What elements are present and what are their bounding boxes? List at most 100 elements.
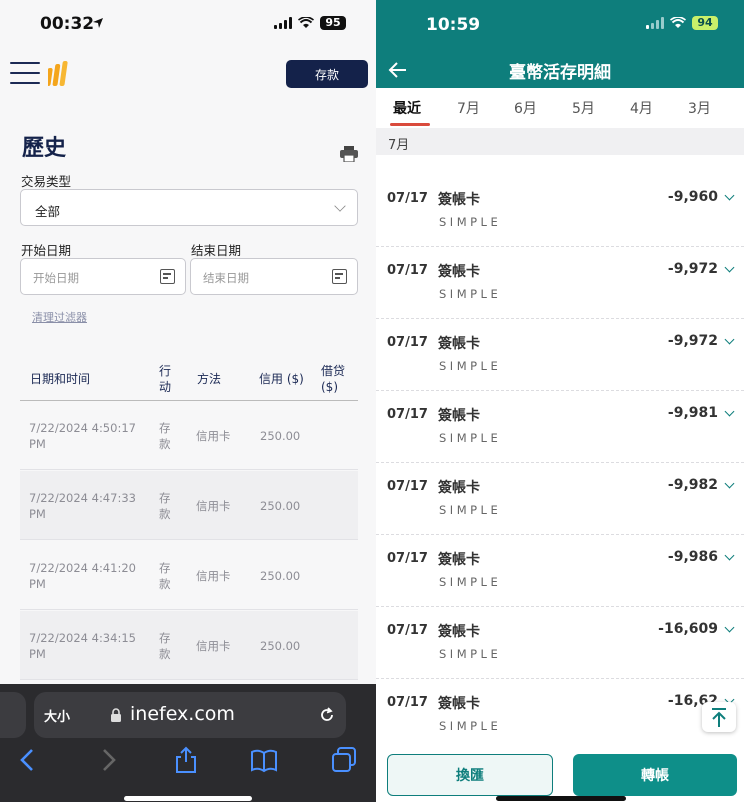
transaction-row[interactable]: 07/17 簽帳卡 SIMPLE -16,62 [376,679,744,751]
column-header-datetime: 日期和时间 [30,372,91,386]
row-method: 信用卡 [196,569,231,583]
action-bar: 換匯 轉帳 [376,742,744,802]
transaction-row[interactable]: 07/17 簽帳卡 SIMPLE -9,986 [376,535,744,607]
signal-icon [274,17,292,29]
app-header: 10:59 94 臺幣活存明細 [376,0,744,88]
tx-amount: -9,960 [667,189,718,205]
end-date-placeholder: 结束日期 [203,271,249,285]
tab-recent[interactable]: 最近 [393,98,421,118]
tx-merchant: SIMPLE [439,647,502,661]
row-credit: 250.00 [260,429,301,443]
tab-april[interactable]: 4月 [630,98,653,118]
row-method: 信用卡 [196,639,231,653]
lock-icon [111,708,121,722]
calendar-icon[interactable] [332,269,347,284]
tab-june[interactable]: 6月 [514,98,537,118]
row-credit: 250.00 [260,569,301,583]
text-size-button[interactable]: 大小 [44,706,70,725]
bookmarks-icon[interactable] [250,746,278,774]
safari-toolbar: 大小 inefex.com [0,684,376,802]
row-datetime: 7/22/2024 4:34:15 [29,631,136,645]
deposit-button[interactable]: 存款 [286,60,368,88]
end-date-label: 结束日期 [191,243,242,258]
table-row[interactable]: 7/22/2024 4:47:33 PM 存款 信用卡 250.00 [20,471,358,540]
hamburger-menu-icon[interactable] [10,62,40,84]
table-row[interactable]: 7/22/2024 4:50:17 PM 存款 信用卡 250.00 [20,401,358,470]
tx-date: 07/17 [387,407,428,422]
wifi-icon [298,17,314,28]
transaction-row[interactable]: 07/17 簽帳卡 SIMPLE -9,960 [376,175,744,247]
column-header-method: 方法 [197,372,222,386]
row-time-suffix: PM [29,437,46,451]
column-header-action: 行动 [159,364,172,394]
tabs-icon[interactable] [330,746,358,774]
share-icon[interactable] [172,746,200,774]
exchange-button[interactable]: 換匯 [387,754,553,796]
transaction-row[interactable]: 07/17 簽帳卡 SIMPLE -9,981 [376,391,744,463]
tx-description: 簽帳卡 [438,480,480,496]
left-phone-screen: 00:32 95 存款 歷史 交易类型 全部 开始日期 结束日期 开始日期 结束… [0,0,376,802]
row-time-suffix: PM [29,647,46,661]
back-chevron-icon[interactable] [14,746,42,774]
url-text: inefex.com [130,703,235,725]
tab-march[interactable]: 3月 [688,98,711,118]
row-time-suffix: PM [29,577,46,591]
tx-merchant: SIMPLE [439,431,502,445]
signal-icon [646,17,664,29]
battery-indicator: 95 [320,16,346,30]
chevron-down-icon[interactable] [724,622,735,633]
home-indicator [124,796,252,801]
address-bar[interactable]: 大小 inefex.com [34,692,346,738]
chevron-down-icon [334,200,346,212]
clear-filters-link[interactable]: 清理过滤器 [32,309,87,325]
start-date-label: 开始日期 [21,243,72,258]
transaction-type-label: 交易类型 [21,174,72,189]
battery-indicator: 94 [692,16,718,30]
tx-description: 簽帳卡 [438,624,480,640]
table-row[interactable]: 7/22/2024 4:34:15 PM 存款 信用卡 250.00 [20,611,358,680]
tx-merchant: SIMPLE [439,503,502,517]
chevron-down-icon[interactable] [724,334,735,345]
scroll-to-top-button[interactable] [702,702,736,732]
printer-icon[interactable] [340,146,358,162]
tab-may[interactable]: 5月 [572,98,595,118]
page-title: 臺幣活存明細 [509,63,611,83]
tx-date: 07/17 [387,695,428,710]
tx-amount: -16,609 [658,621,718,637]
transaction-row[interactable]: 07/17 簽帳卡 SIMPLE -16,609 [376,607,744,679]
transfer-button[interactable]: 轉帳 [573,754,737,796]
transaction-row[interactable]: 07/17 簽帳卡 SIMPLE -9,972 [376,319,744,391]
transaction-row[interactable]: 07/17 簽帳卡 SIMPLE -9,982 [376,463,744,535]
tx-description: 簽帳卡 [438,336,480,352]
chevron-down-icon[interactable] [724,406,735,417]
transaction-type-value: 全部 [35,204,61,219]
transaction-row[interactable]: 07/17 簽帳卡 SIMPLE -9,972 [376,247,744,319]
month-tabs: 最近 7月 6月 5月 4月 3月 [376,88,744,128]
tx-date: 07/17 [387,263,428,278]
tx-merchant: SIMPLE [439,287,502,301]
previous-tab-edge[interactable] [0,692,26,738]
row-method: 信用卡 [196,499,231,513]
forward-chevron-icon[interactable] [94,746,122,774]
row-method: 信用卡 [196,429,231,443]
row-action: 存款 [159,491,171,521]
tx-description: 簽帳卡 [438,192,480,208]
column-header-debit: 借贷 ($) [321,364,346,394]
tx-amount: -9,982 [667,477,718,493]
calendar-icon[interactable] [160,269,175,284]
reload-icon[interactable] [318,706,336,724]
column-header-credit: 信用 ($) [259,372,304,386]
tx-description: 簽帳卡 [438,696,480,712]
chevron-down-icon[interactable] [724,478,735,489]
chevron-down-icon[interactable] [724,550,735,561]
start-date-input[interactable]: 开始日期 [20,258,186,295]
site-logo [48,61,68,86]
end-date-input[interactable]: 结束日期 [190,258,358,295]
tx-description: 簽帳卡 [438,552,480,568]
chevron-down-icon[interactable] [724,262,735,273]
table-row[interactable]: 7/22/2024 4:41:20 PM 存款 信用卡 250.00 [20,541,358,610]
tab-july[interactable]: 7月 [457,98,480,118]
chevron-down-icon[interactable] [724,190,735,201]
transaction-type-select[interactable]: 全部 [20,189,358,226]
row-time-suffix: PM [29,507,46,521]
